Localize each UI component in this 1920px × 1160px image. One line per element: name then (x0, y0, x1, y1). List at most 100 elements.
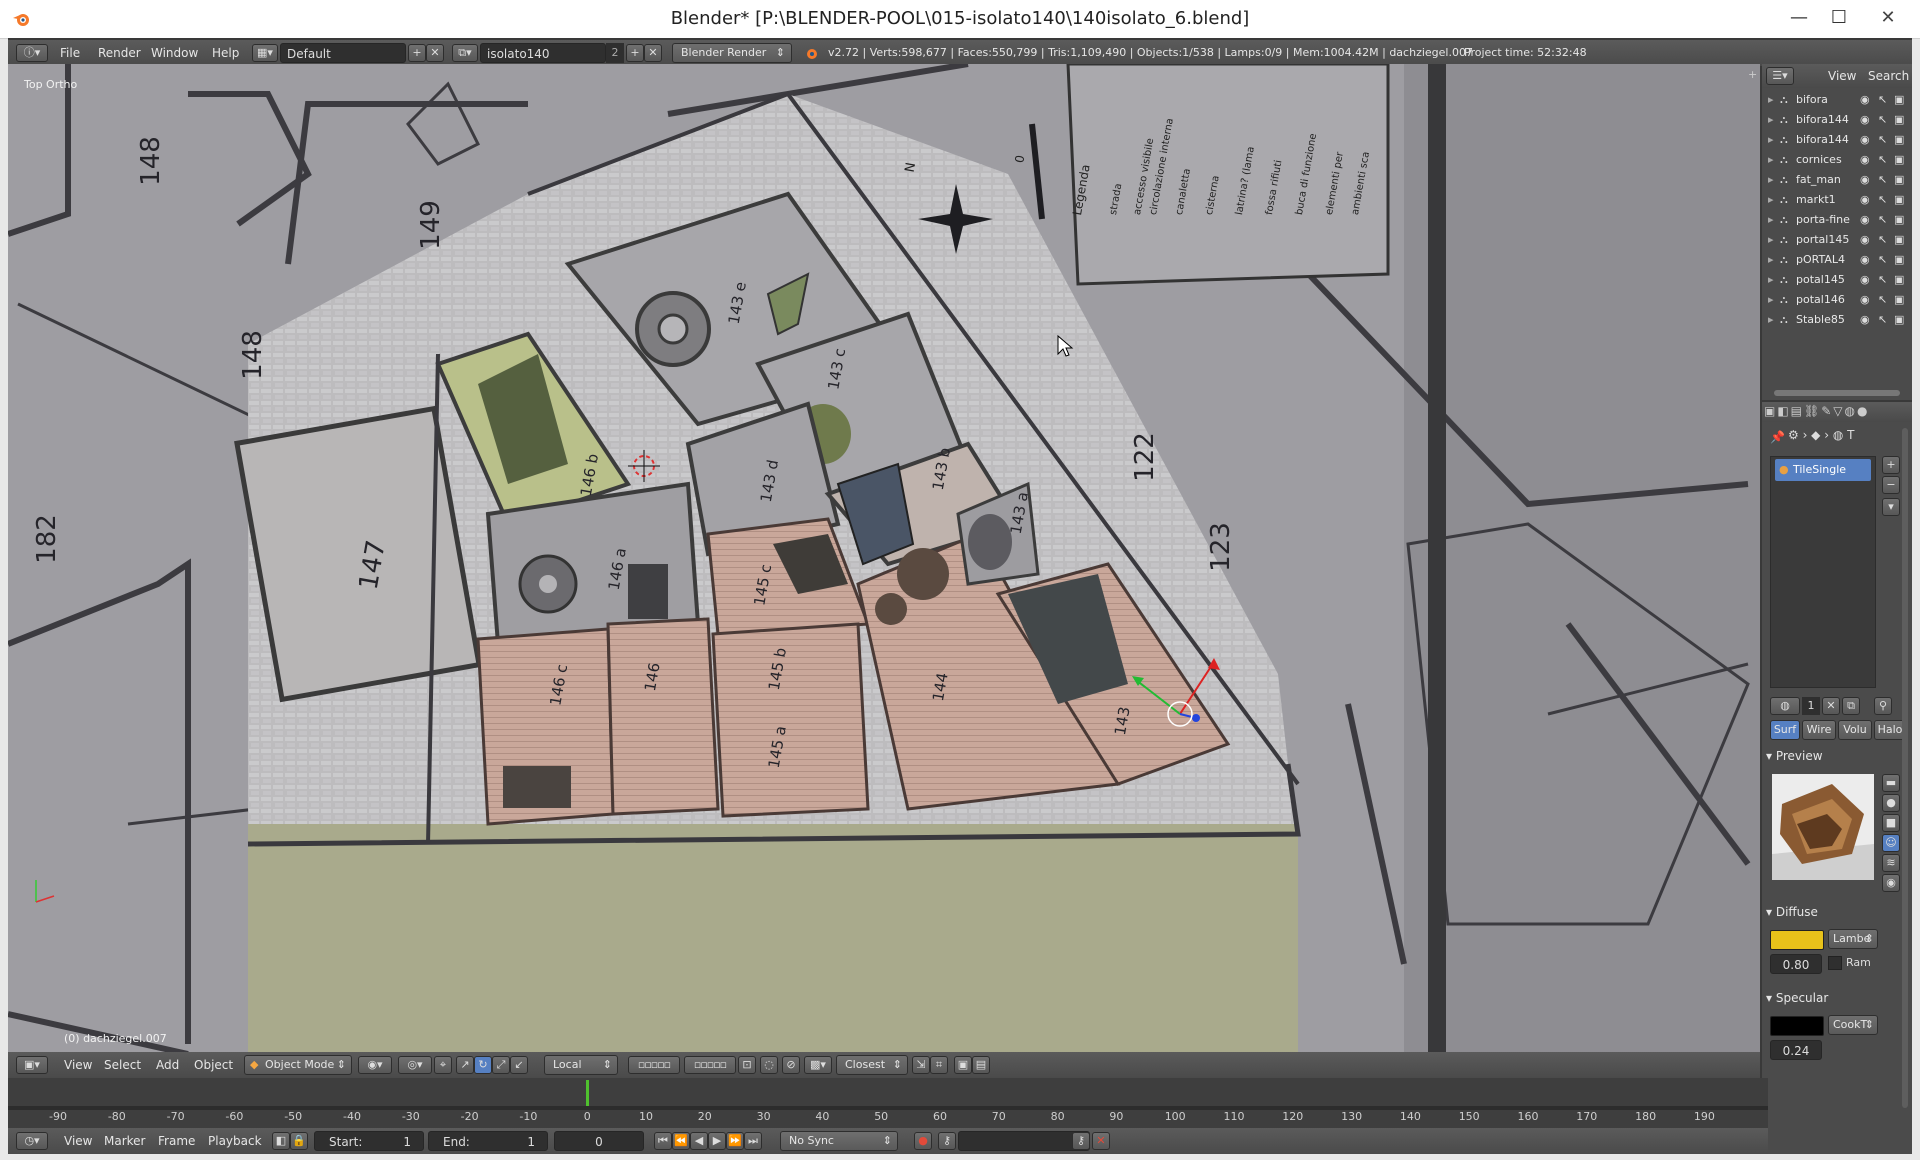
snap-toggle-icon[interactable]: ⊘ (782, 1056, 800, 1074)
snap-target-select[interactable]: Closest ⇕ (836, 1055, 908, 1075)
render-layer-lock-icon[interactable]: ⊡ (738, 1056, 756, 1074)
add-region-plus-icon[interactable]: + (1748, 68, 1757, 81)
scene-icon[interactable]: ⧉▾ (452, 44, 478, 62)
visibility-eye-icon[interactable]: ◉ (1860, 170, 1870, 190)
selectability-cursor-icon[interactable]: ↖ (1878, 250, 1887, 270)
preview-world-icon[interactable]: ◉ (1882, 874, 1900, 892)
properties-scrollbar[interactable] (1902, 428, 1908, 1108)
visibility-eye-icon[interactable]: ◉ (1860, 250, 1870, 270)
specular-panel-header[interactable]: ▾ Specular (1766, 988, 1902, 1008)
selectability-cursor-icon[interactable]: ↖ (1878, 170, 1887, 190)
preview-range-icon[interactable]: ◧ (272, 1132, 290, 1150)
menu-add[interactable]: Add (156, 1052, 179, 1078)
material-browse-icon[interactable]: ◍ (1770, 697, 1800, 715)
add-scene-icon[interactable]: + (626, 44, 644, 62)
visibility-eye-icon[interactable]: ◉ (1860, 130, 1870, 150)
outliner-horizontal-scrollbar[interactable] (1774, 390, 1900, 396)
timeline-menu-view[interactable]: View (64, 1128, 92, 1154)
transform-orientation-select[interactable]: Local ⇕ (544, 1055, 618, 1075)
jump-start-icon[interactable]: ⏮ (654, 1132, 672, 1150)
renderability-camera-icon[interactable]: ▣ (1894, 210, 1904, 230)
material-unlink-icon[interactable]: ✕ (1822, 697, 1840, 715)
expand-arrow-icon[interactable]: ▸ (1768, 290, 1774, 310)
outliner-item[interactable]: ▸ ⛬ bifora144 ◉ ↖ ▣ (1762, 130, 1912, 150)
timeline[interactable]: -90 -80 -70 -60 -50 -40 -30 -20 -10 0 10 20 30 40 50 60… (8, 1078, 1768, 1128)
mode-select[interactable]: ◆ Object Mode ⇕ (244, 1055, 352, 1075)
remove-scene-icon[interactable]: ✕ (644, 44, 662, 62)
expand-arrow-icon[interactable]: ▸ (1768, 150, 1774, 170)
diffuse-panel-header[interactable]: ▾ Diffuse (1766, 902, 1902, 922)
outliner-item[interactable]: ▸ ⛬ potal145 ◉ ↖ ▣ (1762, 270, 1912, 290)
maximize-button[interactable]: ☐ (1816, 0, 1862, 38)
selectability-cursor-icon[interactable]: ↖ (1878, 230, 1887, 250)
menu-help[interactable]: Help (212, 40, 239, 66)
delete-keyframe-icon[interactable]: ✕ (1092, 1132, 1110, 1150)
menu-object[interactable]: Object (194, 1052, 233, 1078)
jump-keyframe-forward-icon[interactable]: ⏩ (726, 1132, 744, 1150)
renderability-camera-icon[interactable]: ▣ (1894, 290, 1904, 310)
material-fake-user-icon[interactable]: ⧉ (1842, 697, 1860, 715)
visibility-eye-icon[interactable]: ◉ (1860, 310, 1870, 330)
preview-hair-icon[interactable]: ≋ (1882, 854, 1900, 872)
lock-range-icon[interactable]: 🔒 (290, 1132, 308, 1150)
outliner-item[interactable]: ▸ ⛬ portal145 ◉ ↖ ▣ (1762, 230, 1912, 250)
renderability-camera-icon[interactable]: ▣ (1894, 90, 1904, 110)
expand-arrow-icon[interactable]: ▸ (1768, 250, 1774, 270)
editor-type-timeline-icon[interactable]: ◷▾ (16, 1132, 48, 1150)
expand-arrow-icon[interactable]: ▸ (1768, 230, 1774, 250)
render-still-icon[interactable]: ▣ (954, 1056, 972, 1074)
current-frame-field[interactable]: 0 (554, 1131, 644, 1151)
viewport-canvas[interactable] (8, 64, 1760, 1052)
specular-shader-select[interactable]: CookT ⇕ (1828, 1015, 1878, 1035)
preview-cube-icon[interactable]: ■ (1882, 814, 1900, 832)
editor-type-outliner-icon[interactable]: ☰▾ (1766, 67, 1794, 85)
expand-arrow-icon[interactable]: ▸ (1768, 90, 1774, 110)
ramp-checkbox[interactable] (1828, 956, 1842, 970)
specular-color-swatch[interactable] (1770, 1016, 1824, 1036)
menu-select[interactable]: Select (104, 1052, 141, 1078)
opengl-render-icon[interactable]: ⌗ (930, 1056, 948, 1074)
jump-keyframe-back-icon[interactable]: ⏪ (672, 1132, 690, 1150)
proportional-edit-icon[interactable]: ◌ (760, 1056, 778, 1074)
specular-intensity-field[interactable]: 0.24 (1770, 1040, 1822, 1060)
material-id-block[interactable]: ◍ 1 ✕ ⧉ ⚲ (1770, 696, 1910, 716)
menu-window[interactable]: Window (151, 40, 198, 66)
outliner-item[interactable]: ▸ ⛬ markt1 ◉ ↖ ▣ (1762, 190, 1912, 210)
outliner-item[interactable]: ▸ ⛬ Stable85 ◉ ↖ ▣ (1762, 310, 1912, 330)
renderability-camera-icon[interactable]: ▣ (1894, 230, 1904, 250)
diffuse-intensity-field[interactable]: 0.80 (1770, 954, 1822, 974)
selectability-cursor-icon[interactable]: ↖ (1878, 290, 1887, 310)
pivot-point-icon[interactable]: ◎▾ (398, 1056, 432, 1074)
selectability-cursor-icon[interactable]: ↖ (1878, 210, 1887, 230)
close-button[interactable]: ✕ (1860, 0, 1916, 38)
manipulator-extra-icon[interactable]: ↙ (510, 1056, 528, 1074)
outliner-menu-search[interactable]: Search (1868, 64, 1909, 88)
screen-layout-icon[interactable]: ▦▾ (252, 44, 278, 62)
outliner-item[interactable]: ▸ ⛬ bifora ◉ ↖ ▣ (1762, 90, 1912, 110)
tab-surface[interactable]: Surf (1770, 720, 1800, 740)
selectability-cursor-icon[interactable]: ↖ (1878, 90, 1887, 110)
menu-render[interactable]: Render (98, 40, 141, 66)
selectability-cursor-icon[interactable]: ↖ (1878, 130, 1887, 150)
visibility-eye-icon[interactable]: ◉ (1860, 190, 1870, 210)
render-animation-icon[interactable]: ▤ (972, 1056, 990, 1074)
keying-set-field[interactable] (958, 1131, 1090, 1151)
add-screen-icon[interactable]: + (408, 44, 426, 62)
menu-view[interactable]: View (64, 1052, 92, 1078)
preview-sphere-icon[interactable]: ● (1882, 794, 1900, 812)
end-frame-field[interactable]: End: 1 (428, 1131, 548, 1151)
play-reverse-icon[interactable]: ◀ (690, 1132, 708, 1150)
outliner-item[interactable]: ▸ ⛬ bifora144 ◉ ↖ ▣ (1762, 110, 1912, 130)
rotate-manipulator-icon[interactable]: ↻ (474, 1056, 492, 1074)
texture-slot-list[interactable]: ● TileSingle (1770, 456, 1876, 688)
renderability-camera-icon[interactable]: ▣ (1894, 190, 1904, 210)
keying-set-icon[interactable]: ⚷ (938, 1132, 956, 1150)
manipulator-toggle-icon[interactable]: ⌖ (434, 1056, 452, 1074)
renderability-camera-icon[interactable]: ▣ (1894, 270, 1904, 290)
renderability-camera-icon[interactable]: ▣ (1894, 170, 1904, 190)
snap-align-icon[interactable]: ⇲ (912, 1056, 930, 1074)
jump-end-icon[interactable]: ⏭ (744, 1132, 762, 1150)
timeline-menu-marker[interactable]: Marker (104, 1128, 145, 1154)
timeline-menu-playback[interactable]: Playback (208, 1128, 262, 1154)
preview-panel-header[interactable]: ▾ Preview (1766, 746, 1902, 766)
